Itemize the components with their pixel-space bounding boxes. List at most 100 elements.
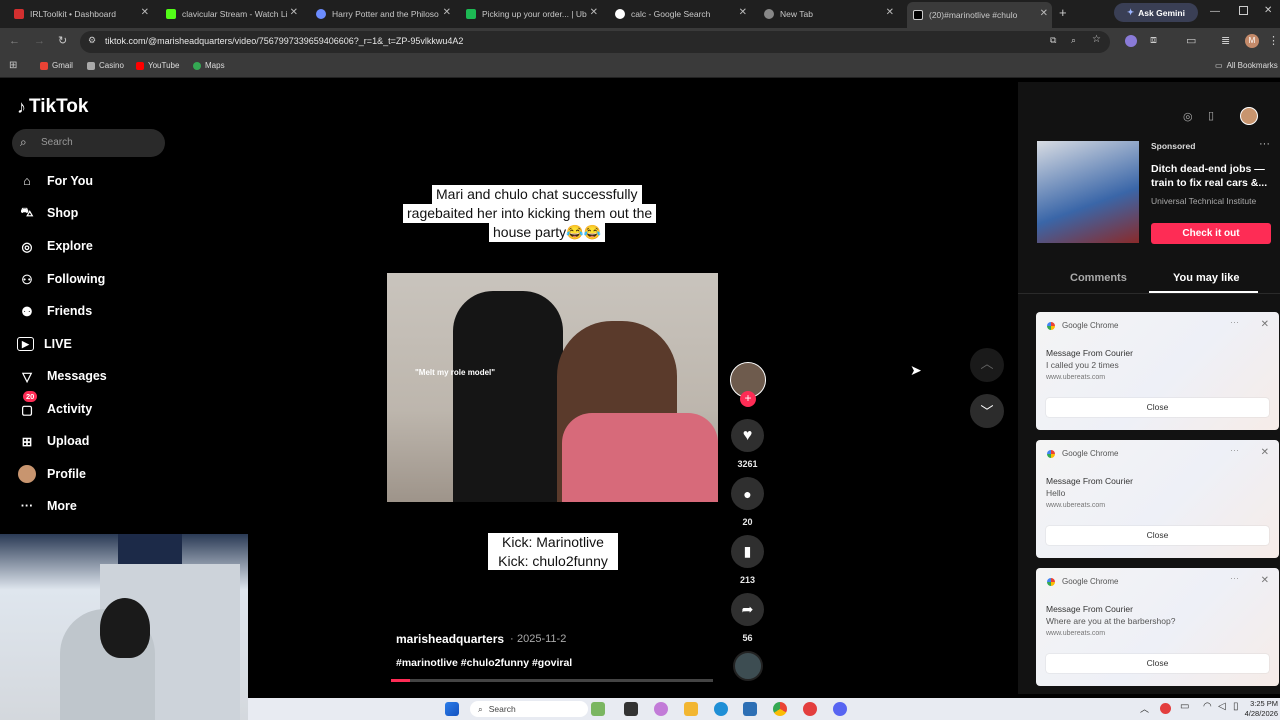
follow-plus-icon[interactable]: + [740,391,756,407]
nav-upload[interactable]: ⊞ Upload [17,429,90,453]
ad-title[interactable]: Ditch dead-end jobs — train to fix real … [1151,162,1275,190]
close-icon[interactable]: ✕ [1261,319,1269,330]
nav-more[interactable]: ··· More [17,494,77,518]
nav-messages[interactable]: ▽ Messages [17,364,107,388]
reload-icon[interactable]: ↻ [58,34,67,47]
bookmark-star-icon[interactable]: ☆ [1092,34,1101,45]
apps-grid-icon[interactable]: ⊞ [9,60,17,71]
hashtags[interactable]: #marinotlive #chulo2funny #goviral [396,657,572,669]
progress-track[interactable] [391,679,713,682]
tab-google-search[interactable]: calc - Google Search ✕ [615,4,747,24]
tab-tiktok-active[interactable]: (20)#marinotlive #chulo ✕ [907,2,1052,28]
save-button[interactable]: ▮ [731,535,764,568]
zoom-icon[interactable]: ⌕ [1071,35,1076,46]
notification-close-button[interactable]: Close [1046,526,1269,545]
tab-harry-potter[interactable]: Harry Potter and the Philoso ✕ [316,4,451,24]
ask-gemini-button[interactable]: ✦ Ask Gemini [1114,3,1198,22]
app-icon[interactable] [803,702,817,716]
search-input[interactable]: ⌕ Search [12,129,165,157]
close-icon[interactable]: ✕ [886,7,894,18]
nav-profile[interactable]: Profile [17,462,86,486]
profile-avatar[interactable]: M [1245,34,1259,48]
tab-you-may-like[interactable]: You may like [1173,272,1239,284]
tab-new-tab[interactable]: New Tab ✕ [764,4,894,24]
video-player[interactable]: "Melt my role model" [387,273,718,502]
like-button[interactable]: ♥ [731,419,764,452]
wifi-icon[interactable]: ◠ [1203,701,1212,712]
edge-icon[interactable] [714,702,728,716]
battery-icon[interactable]: ▯ [1233,701,1239,712]
nav-for-you[interactable]: ⌂ For You [17,169,93,193]
music-disc-icon[interactable] [733,651,763,681]
tab-ubereats[interactable]: Picking up your order... | Ub ✕ [466,4,598,24]
windows-start-icon[interactable] [445,702,459,716]
tray-display-icon[interactable]: ▭ [1180,701,1189,712]
user-avatar[interactable] [1240,107,1258,125]
file-explorer-icon[interactable] [684,702,698,716]
taskbar-clock[interactable]: 3:25 PM 4/28/2026 [1242,699,1278,719]
tab-comments[interactable]: Comments [1070,272,1127,284]
close-icon[interactable]: ✕ [739,7,747,18]
close-icon[interactable]: ✕ [1261,575,1269,586]
tray-chevron-icon[interactable]: ︿ [1140,702,1149,715]
widgets-icon[interactable] [591,702,605,716]
notification-options-icon[interactable]: ··· [1230,317,1239,327]
new-tab-icon[interactable]: + [1059,5,1067,20]
previous-video-button[interactable]: ︿ [970,348,1004,382]
close-icon[interactable]: ✕ [290,7,298,18]
close-icon[interactable]: ✕ [590,7,598,18]
close-icon[interactable]: ✕ [443,7,451,18]
media-icon[interactable]: ≣ [1221,34,1230,47]
nav-shop[interactable]: ⛍ Shop [17,201,79,225]
copilot-icon[interactable] [654,702,668,716]
maximize-icon[interactable] [1239,6,1248,15]
chrome-notification[interactable]: Google Chrome ··· ✕ Message From Courier… [1036,568,1279,686]
notification-options-icon[interactable]: ··· [1230,573,1239,583]
chrome-notification[interactable]: Google Chrome ··· ✕ Message From Courier… [1036,312,1279,430]
tiktok-logo[interactable]: ♪ TikTok [17,96,88,118]
tab-irltoolkit[interactable]: IRLToolkit • Dashboard ✕ [14,4,149,24]
extensions-puzzle-icon[interactable]: ⧈ [1150,34,1157,47]
tray-app-icon[interactable] [1160,703,1171,714]
close-icon[interactable]: ✕ [141,7,149,18]
chrome-notification[interactable]: Google Chrome ··· ✕ Message From Courier… [1036,440,1279,558]
menu-icon[interactable]: ⋮ [1268,34,1279,47]
device-icon[interactable]: ▯ [1208,109,1214,122]
store-icon[interactable] [743,702,757,716]
all-bookmarks[interactable]: ▭ All Bookmarks [1215,61,1278,70]
nav-explore[interactable]: ◎ Explore [17,234,93,258]
install-icon[interactable]: ⧉ [1050,35,1056,46]
address-bar[interactable]: ⚙ tiktok.com/@marisheadquarters/video/75… [80,31,1110,53]
taskbar-search[interactable]: ⌕ Search [470,701,588,717]
forward-icon[interactable]: → [34,35,45,47]
check-it-out-button[interactable]: Check it out [1151,223,1271,244]
next-video-button[interactable]: ﹀ [970,394,1004,428]
close-icon[interactable]: ✕ [1261,447,1269,458]
task-view-icon[interactable] [624,702,638,716]
bookmark-casino[interactable]: Casino [87,61,124,70]
nav-friends[interactable]: ⚉ Friends [17,299,92,323]
author-name[interactable]: marisheadquarters [396,632,504,646]
close-window-icon[interactable]: ✕ [1264,5,1272,16]
bookmark-youtube[interactable]: YouTube [136,61,179,70]
ad-thumbnail[interactable] [1037,141,1139,243]
chrome-taskbar-icon[interactable] [773,702,787,716]
nav-activity[interactable]: ▢ 20 Activity [17,391,92,421]
notification-close-button[interactable]: Close [1046,654,1269,673]
side-panel-icon[interactable]: ▭ [1186,34,1196,47]
volume-icon[interactable]: ◁ [1218,701,1226,712]
back-icon[interactable]: ← [9,35,20,47]
minimize-icon[interactable]: — [1210,6,1220,17]
share-button[interactable]: ➦ [731,593,764,626]
notification-options-icon[interactable]: ··· [1230,445,1239,455]
nav-live[interactable]: ▶ LIVE [17,332,72,356]
tab-kick[interactable]: clavicular Stream - Watch Li ✕ [166,4,298,24]
site-info-icon[interactable]: ⚙ [88,35,96,46]
discord-icon[interactable] [833,702,847,716]
close-icon[interactable]: ✕ [1040,8,1048,19]
compass-icon[interactable]: ◎ [1183,110,1193,123]
bookmark-gmail[interactable]: Gmail [40,61,73,70]
notification-close-button[interactable]: Close [1046,398,1269,417]
nav-following[interactable]: ⚇ Following [17,267,105,291]
more-options-icon[interactable]: ··· [1259,138,1270,150]
